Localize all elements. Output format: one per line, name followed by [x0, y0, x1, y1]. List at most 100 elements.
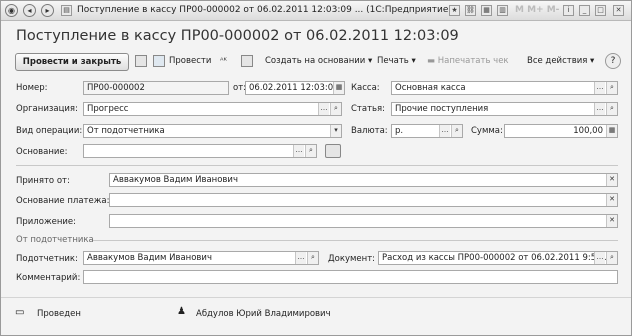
open-search-icon[interactable]: ⌕: [451, 125, 462, 137]
received-from-value: Аввакумов Вадим Иванович: [113, 175, 238, 185]
organization-field[interactable]: Прогресс … ⌕: [83, 102, 342, 116]
forward-icon[interactable]: ▸: [41, 4, 54, 17]
currency-field[interactable]: р. … ⌕: [391, 124, 463, 138]
attachment-label: Приложение:: [16, 217, 77, 227]
dropdown-icon[interactable]: ▾: [330, 125, 341, 137]
post-icon[interactable]: [153, 55, 165, 67]
all-actions-label: Все действия: [527, 56, 588, 66]
date-value: 06.02.2011 12:03:09: [249, 83, 339, 93]
minimize-icon[interactable]: _: [579, 5, 590, 16]
favorite-icon[interactable]: ★: [449, 5, 460, 16]
sum-label: Сумма:: [471, 126, 503, 136]
print-receipt-button[interactable]: ▬ Напечатать чек: [427, 56, 509, 66]
number-label: Номер:: [16, 83, 48, 93]
select-ellipsis-icon[interactable]: …: [439, 125, 450, 137]
number-field[interactable]: ПР00-000002: [83, 81, 229, 95]
separator: [16, 165, 618, 166]
save-icon[interactable]: [135, 55, 147, 67]
article-field[interactable]: Прочие поступления … ⌕: [391, 102, 618, 116]
operation-value: От подотчетника: [87, 126, 165, 136]
select-ellipsis-icon[interactable]: …: [594, 252, 605, 264]
cash-value: Основная касса: [395, 83, 466, 93]
posted-status-icon: ▭: [15, 307, 25, 318]
user-icon: ♟: [177, 306, 186, 317]
info-icon[interactable]: i: [563, 5, 574, 16]
print-receipt-label: Напечатать чек: [437, 56, 509, 66]
select-ellipsis-icon[interactable]: …: [295, 252, 306, 264]
calculator-picker-icon[interactable]: ▦: [606, 125, 617, 137]
currency-label: Валюта:: [351, 126, 388, 136]
comment-field[interactable]: [83, 270, 618, 284]
select-ellipsis-icon[interactable]: …: [594, 82, 605, 94]
fill-basis-icon[interactable]: [325, 144, 341, 158]
document-field[interactable]: Расход из кассы ПР00-000002 от 06.02.201…: [378, 251, 618, 265]
attachment-field[interactable]: ✕: [109, 214, 618, 228]
basis-field[interactable]: … ⌕: [83, 144, 317, 158]
select-ellipsis-icon[interactable]: …: [318, 103, 329, 115]
open-search-icon[interactable]: ⌕: [305, 145, 316, 157]
close-icon[interactable]: ✕: [613, 5, 624, 16]
doc-icon: ▤: [61, 5, 72, 16]
dt-kt-icon[interactable]: ᴬᴷ: [220, 56, 227, 65]
document-window: ◉ ◂ ▸ ▤ Поступление в кассу ПР00-000002 …: [0, 0, 632, 336]
operation-label: Вид операции:: [16, 126, 83, 136]
clear-icon[interactable]: ✕: [606, 174, 617, 186]
date-field[interactable]: 06.02.2011 12:03:09 ▦: [245, 81, 345, 95]
article-label: Статья:: [351, 104, 386, 114]
help-button[interactable]: ?: [605, 53, 621, 69]
link-icon[interactable]: ⛓: [465, 5, 476, 16]
app-icon[interactable]: ◉: [5, 4, 18, 17]
post-button[interactable]: Провести: [169, 56, 211, 66]
payment-basis-label: Основание платежа:: [16, 196, 110, 206]
memory-buttons[interactable]: M M+ M-: [515, 5, 559, 15]
title-bar: ◉ ◂ ▸ ▤ Поступление в кассу ПР00-000002 …: [1, 1, 631, 21]
group-title: От подотчетника: [16, 235, 94, 245]
all-actions-button[interactable]: Все действия ▾: [527, 56, 594, 66]
currency-value: р.: [395, 126, 404, 136]
structure-icon[interactable]: [241, 55, 253, 67]
cash-field[interactable]: Основная касса … ⌕: [391, 81, 618, 95]
clear-icon[interactable]: ✕: [606, 194, 617, 206]
clear-icon[interactable]: ✕: [606, 215, 617, 227]
organization-value: Прогресс: [87, 104, 129, 114]
page-title: Поступление в кассу ПР00-000002 от 06.02…: [16, 28, 459, 44]
author-name: Абдулов Юрий Владимирович: [196, 309, 331, 319]
received-from-field[interactable]: Аввакумов Вадим Иванович ✕: [109, 173, 618, 187]
open-search-icon[interactable]: ⌕: [606, 82, 617, 94]
print-label: Печать: [377, 56, 409, 66]
open-search-icon[interactable]: ⌕: [307, 252, 318, 264]
sum-field[interactable]: 100,00 ▦: [504, 124, 618, 138]
basis-label: Основание:: [16, 147, 68, 157]
open-search-icon[interactable]: ⌕: [330, 103, 341, 115]
received-from-label: Принято от:: [16, 176, 70, 186]
open-search-icon[interactable]: ⌕: [606, 103, 617, 115]
cash-label: Касса:: [351, 83, 380, 93]
accountable-value: Аввакумов Вадим Иванович: [87, 253, 212, 263]
document-label: Документ:: [328, 254, 376, 264]
print-button[interactable]: Печать ▾: [377, 56, 416, 66]
comment-label: Комментарий:: [16, 273, 81, 283]
create-based-on-label: Создать на основании: [265, 56, 366, 66]
operation-field[interactable]: От подотчетника ▾: [83, 124, 342, 138]
sum-value: 100,00: [573, 126, 603, 136]
window-title: Поступление в кассу ПР00-000002 от 06.02…: [77, 5, 452, 15]
footer-separator: [1, 297, 631, 298]
document-value: Расход из кассы ПР00-000002 от 06.02.201…: [382, 253, 613, 263]
accountable-label: Подотчетник:: [16, 254, 78, 264]
calculator-icon[interactable]: ▥: [497, 5, 508, 16]
article-value: Прочие поступления: [395, 104, 489, 114]
back-icon[interactable]: ◂: [23, 4, 36, 17]
payment-basis-field[interactable]: ✕: [109, 193, 618, 207]
select-ellipsis-icon[interactable]: …: [594, 103, 605, 115]
accountable-field[interactable]: Аввакумов Вадим Иванович … ⌕: [83, 251, 319, 265]
posted-status: Проведен: [37, 309, 81, 319]
toolbar: Провести и закрыть Провести ᴬᴷ Создать н…: [15, 53, 621, 71]
maximize-icon[interactable]: □: [595, 5, 606, 16]
calendar-picker-icon[interactable]: ▦: [333, 82, 344, 94]
post-and-close-button[interactable]: Провести и закрыть: [15, 53, 129, 71]
organization-label: Организация:: [16, 104, 78, 114]
select-ellipsis-icon[interactable]: …: [293, 145, 304, 157]
calendar-icon[interactable]: ▦: [481, 5, 492, 16]
open-search-icon[interactable]: ⌕: [606, 252, 617, 264]
create-based-on-button[interactable]: Создать на основании ▾: [265, 56, 372, 66]
